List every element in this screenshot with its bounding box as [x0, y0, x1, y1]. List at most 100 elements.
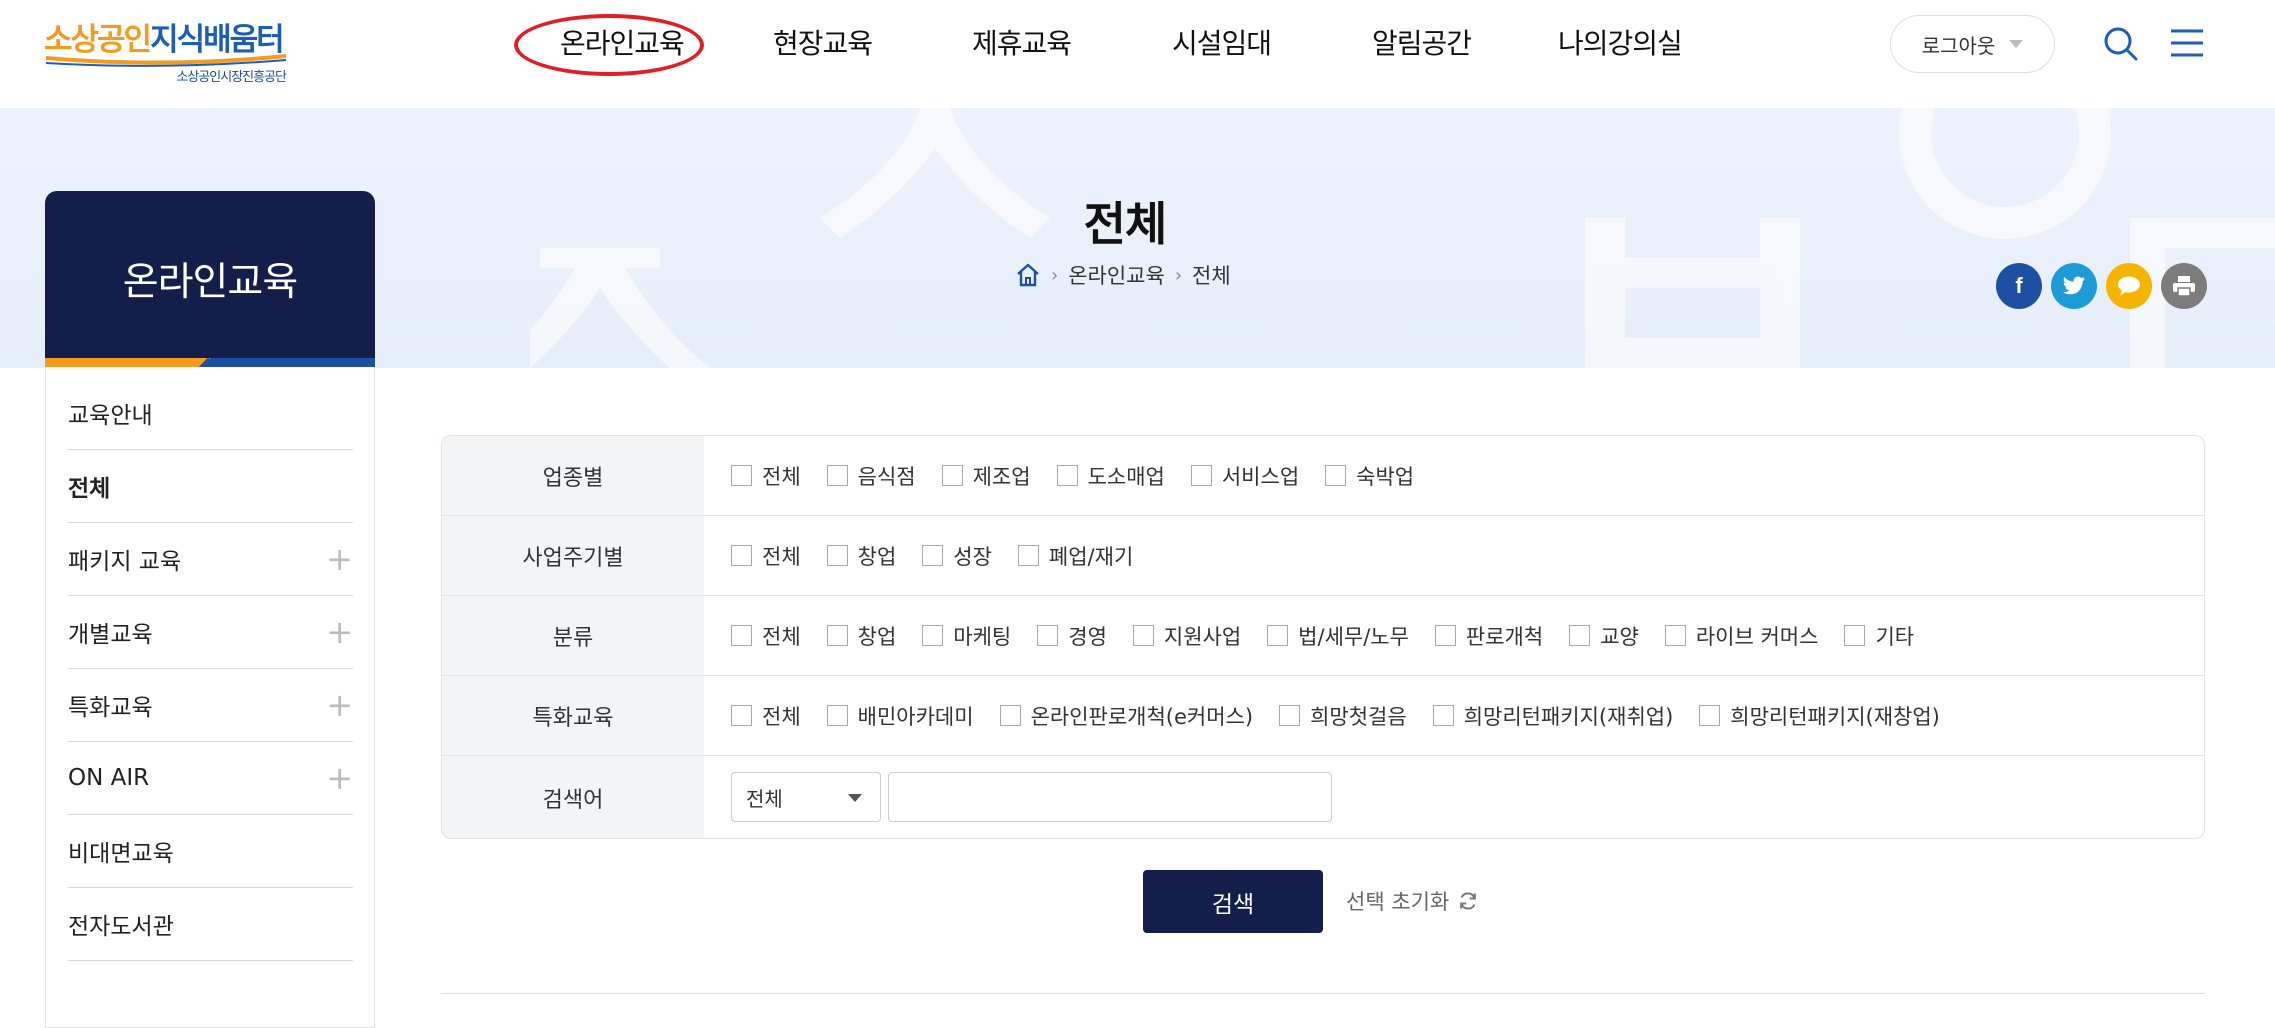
checkbox-option[interactable]: 지원사업	[1132, 621, 1241, 651]
checkbox[interactable]	[999, 705, 1021, 726]
checkbox[interactable]	[941, 465, 963, 486]
plus-icon[interactable]: +	[326, 616, 353, 648]
plus-icon[interactable]: +	[326, 689, 353, 721]
reset-selection-button[interactable]: 선택 초기화	[1346, 886, 1479, 916]
checkbox-option[interactable]: 창업	[826, 541, 896, 571]
gnb-notice[interactable]: 알림공간	[1372, 22, 1472, 62]
checkbox-option[interactable]: 라이브 커머스	[1664, 621, 1818, 651]
sidebar-item-on-air[interactable]: ON AIR +	[68, 742, 353, 815]
filter-label: 검색어	[442, 756, 704, 838]
search-scope-select[interactable]: 전체	[731, 772, 881, 822]
facebook-share-button[interactable]: f	[1996, 263, 2042, 309]
checkbox[interactable]	[731, 465, 752, 486]
plus-icon[interactable]: +	[326, 543, 353, 575]
twitter-icon	[2062, 276, 2085, 295]
filter-row-business-cycle: 사업주기별 전체 창업 성장 폐업/재기	[442, 516, 2204, 596]
checkbox[interactable]	[826, 465, 848, 486]
checkbox-option[interactable]: 제조업	[941, 461, 1031, 491]
sidebar-item-ebook-library[interactable]: 전자도서관	[68, 888, 353, 961]
gnb-partner-education[interactable]: 제휴교육	[972, 22, 1072, 62]
checkbox[interactable]	[826, 625, 848, 646]
checkbox[interactable]	[1267, 625, 1289, 646]
checkbox[interactable]	[922, 545, 944, 566]
sidebar-item-individual[interactable]: 개별교육 +	[68, 596, 353, 669]
checkbox-option[interactable]: 배민아카데미	[826, 701, 974, 731]
filter-options: 전체 음식점 제조업 도소매업 서비스업 숙박업	[731, 436, 1440, 515]
checkbox-option[interactable]: 법/세무/노무	[1267, 621, 1409, 651]
checkbox-option[interactable]: 서비스업	[1190, 461, 1299, 491]
breadcrumb: › 온라인교육 › 전체	[1015, 260, 1231, 290]
gnb-onsite-education[interactable]: 현장교육	[773, 22, 873, 62]
checkbox-option[interactable]: 전체	[731, 701, 801, 731]
checkbox[interactable]	[826, 545, 848, 566]
gnb-facility-rental[interactable]: 시설임대	[1172, 22, 1272, 62]
checkbox[interactable]	[1017, 545, 1039, 566]
sidebar-item-label: 특화교육	[68, 695, 153, 721]
plus-icon[interactable]: +	[326, 762, 353, 794]
checkbox[interactable]	[1325, 465, 1347, 486]
checkbox-option[interactable]: 도소매업	[1056, 461, 1165, 491]
checkbox-option[interactable]: 음식점	[826, 461, 916, 491]
sidebar-header: 온라인교육	[45, 191, 375, 381]
logout-button[interactable]: 로그아웃	[1890, 15, 2055, 73]
checkbox[interactable]	[1190, 465, 1212, 486]
breadcrumb-current: 전체	[1192, 264, 1231, 288]
checkbox-option[interactable]: 경영	[1037, 621, 1107, 651]
checkbox[interactable]	[826, 705, 848, 726]
checkbox[interactable]	[1434, 625, 1456, 646]
checkbox[interactable]	[1279, 705, 1301, 726]
search-input[interactable]	[888, 772, 1332, 822]
checkbox-option[interactable]: 판로개척	[1434, 621, 1543, 651]
checkbox-option[interactable]: 기타	[1844, 621, 1914, 651]
sidebar-item-label: 전자도서관	[68, 914, 174, 940]
kakaostory-share-button[interactable]	[2106, 263, 2152, 309]
filter-label: 사업주기별	[442, 516, 704, 595]
search-button[interactable]: 검색	[1143, 870, 1323, 933]
facebook-icon: f	[2015, 273, 2023, 298]
checkbox[interactable]	[1844, 625, 1866, 646]
sidebar-item-specialized[interactable]: 특화교육 +	[68, 669, 353, 742]
gnb-online-education[interactable]: 온라인교육	[560, 22, 685, 62]
sidebar-item-package[interactable]: 패키지 교육 +	[68, 523, 353, 596]
checkbox[interactable]	[922, 625, 944, 646]
checkbox[interactable]	[731, 625, 752, 646]
sidebar-item-label: 교육안내	[68, 403, 153, 429]
twitter-share-button[interactable]	[2051, 263, 2097, 309]
search-filter-table: 업종별 전체 음식점 제조업 도소매업 서비스업 숙박업 사업주기별 전체 창업…	[441, 435, 2205, 839]
checkbox-option[interactable]: 폐업/재기	[1017, 541, 1133, 571]
sidebar-item-untact[interactable]: 비대면교육	[68, 815, 353, 888]
filter-label: 특화교육	[442, 676, 704, 755]
checkbox-option[interactable]: 숙박업	[1325, 461, 1414, 491]
checkbox[interactable]	[1664, 625, 1686, 646]
checkbox[interactable]	[1056, 465, 1078, 486]
checkbox-option[interactable]: 교양	[1569, 621, 1639, 651]
checkbox-option[interactable]: 희망리턴패키지(재창업)	[1699, 701, 1940, 731]
search-icon[interactable]	[2103, 26, 2139, 62]
hamburger-menu-icon[interactable]	[2170, 28, 2204, 58]
checkbox[interactable]	[1432, 705, 1454, 726]
checkbox-option[interactable]: 성장	[922, 541, 992, 571]
checkbox[interactable]	[1569, 625, 1591, 646]
print-button[interactable]	[2161, 263, 2207, 309]
gnb-my-classroom[interactable]: 나의강의실	[1558, 22, 1683, 62]
content-divider	[441, 993, 2205, 994]
checkbox[interactable]	[1037, 625, 1059, 646]
checkbox-option[interactable]: 전체	[731, 461, 801, 491]
checkbox-option[interactable]: 전체	[731, 621, 801, 651]
checkbox-option[interactable]: 창업	[826, 621, 896, 651]
checkbox-option[interactable]: 희망첫걸음	[1279, 701, 1407, 731]
checkbox[interactable]	[1699, 705, 1721, 726]
checkbox-option[interactable]: 마케팅	[922, 621, 1011, 651]
breadcrumb-item[interactable]: 온라인교육	[1068, 260, 1165, 290]
checkbox-option[interactable]: 전체	[731, 541, 801, 571]
checkbox[interactable]	[731, 545, 752, 566]
checkbox[interactable]	[731, 705, 752, 726]
home-icon[interactable]	[1015, 263, 1041, 287]
sidebar-item-guide[interactable]: 교육안내	[68, 377, 353, 450]
sidebar-item-all[interactable]: 전체	[68, 450, 353, 523]
checkbox-option[interactable]: 온라인판로개척(e커머스)	[999, 701, 1253, 731]
sidebar-accent-orange	[45, 358, 210, 367]
checkbox-option[interactable]: 희망리턴패키지(재취업)	[1432, 701, 1673, 731]
checkbox[interactable]	[1132, 625, 1154, 646]
filter-options: 전체 배민아카데미 온라인판로개척(e커머스) 희망첫걸음 희망리턴패키지(재취…	[731, 676, 1966, 755]
